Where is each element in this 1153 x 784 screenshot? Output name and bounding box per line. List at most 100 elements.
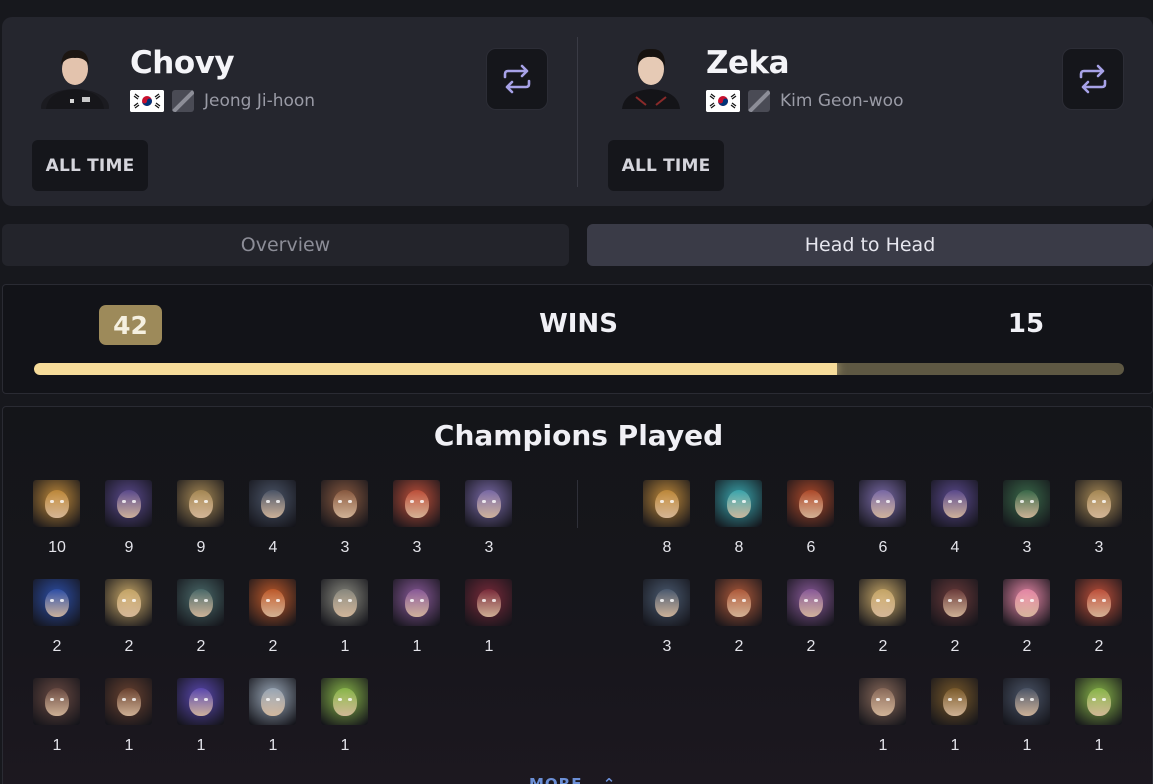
champion-item[interactable]: 2: [249, 579, 297, 656]
champion-portrait-icon: [931, 579, 978, 626]
champion-portrait-icon: [859, 678, 906, 725]
player-card-left: Chovy Jeong Ji-hoon ALL TIME: [2, 17, 577, 206]
mid-lane-role-icon: [172, 90, 194, 112]
champion-item[interactable]: 2: [859, 579, 907, 656]
champion-portrait-icon: [1003, 480, 1050, 527]
champion-item[interactable]: 8: [715, 480, 763, 557]
champion-games-count: 1: [340, 737, 350, 754]
champion-portrait-icon: [249, 579, 296, 626]
champion-games-count: 1: [52, 737, 62, 754]
champion-item[interactable]: 1: [321, 678, 369, 755]
wins-panel: 42 WINS 15: [2, 284, 1153, 394]
player-meta: Jeong Ji-hoon: [130, 90, 315, 112]
champion-portrait-icon: [1075, 480, 1122, 527]
champion-portrait-icon: [177, 480, 224, 527]
player-photo: [616, 39, 686, 109]
champion-item[interactable]: 1: [33, 678, 81, 755]
champion-item[interactable]: 1: [465, 579, 513, 656]
champion-item[interactable]: 1: [393, 579, 441, 656]
champion-portrait-icon: [33, 579, 80, 626]
champion-games-count: 2: [124, 638, 134, 655]
champion-item[interactable]: 9: [105, 480, 153, 557]
champion-item[interactable]: 10: [33, 480, 81, 557]
champion-item[interactable]: 2: [33, 579, 81, 656]
champion-games-count: 6: [878, 539, 888, 556]
champion-item[interactable]: 9: [177, 480, 225, 557]
champion-games-count: 3: [484, 539, 494, 556]
champion-item[interactable]: 8: [643, 480, 691, 557]
champion-item[interactable]: 3: [643, 579, 691, 656]
champion-item[interactable]: 1: [321, 579, 369, 656]
champion-games-count: 3: [1094, 539, 1104, 556]
champion-item[interactable]: 2: [1075, 579, 1123, 656]
tab-head-to-head[interactable]: Head to Head: [587, 224, 1153, 266]
champion-games-count: 3: [340, 539, 350, 556]
player-real-name: Jeong Ji-hoon: [204, 91, 316, 111]
champion-item[interactable]: 2: [787, 579, 835, 656]
champion-games-count: 1: [1022, 737, 1032, 754]
champion-portrait-icon: [177, 678, 224, 725]
champion-item[interactable]: 2: [931, 579, 979, 656]
champion-item[interactable]: 1: [249, 678, 297, 755]
champion-portrait-icon: [105, 480, 152, 527]
champion-item[interactable]: 3: [1075, 480, 1123, 557]
champion-item[interactable]: 3: [465, 480, 513, 557]
chevron-up-icon: ⌃: [602, 775, 617, 784]
champion-item[interactable]: 1: [1003, 678, 1051, 755]
champion-portrait-icon: [715, 480, 762, 527]
period-filter-button[interactable]: ALL TIME: [608, 140, 724, 191]
champion-portrait-icon: [1003, 678, 1050, 725]
champion-item[interactable]: 3: [393, 480, 441, 557]
champion-item[interactable]: 4: [931, 480, 979, 557]
champion-portrait-icon: [787, 579, 834, 626]
champion-games-count: 2: [734, 638, 744, 655]
champion-games-count: 8: [734, 539, 744, 556]
champion-portrait-icon: [643, 480, 690, 527]
champion-portrait-icon: [321, 480, 368, 527]
champion-portrait-icon: [859, 579, 906, 626]
champion-games-count: 2: [196, 638, 206, 655]
champion-item[interactable]: 1: [931, 678, 979, 755]
champion-portrait-icon: [393, 579, 440, 626]
swap-player-button[interactable]: [486, 48, 548, 110]
champion-games-count: 1: [124, 737, 134, 754]
more-button[interactable]: MORE ⌃: [529, 775, 616, 784]
champion-item[interactable]: 2: [1003, 579, 1051, 656]
champion-item[interactable]: 1: [859, 678, 907, 755]
korea-flag-icon: [706, 90, 740, 112]
champion-games-count: 3: [1022, 539, 1032, 556]
champion-portrait-icon: [715, 579, 762, 626]
champion-portrait-icon: [465, 579, 512, 626]
champion-games-count: 2: [806, 638, 816, 655]
champion-item[interactable]: 2: [177, 579, 225, 656]
champion-portrait-icon: [393, 480, 440, 527]
champion-item[interactable]: 6: [859, 480, 907, 557]
player-meta: Kim Geon-woo: [706, 90, 903, 112]
wins-bar-fill: [34, 363, 838, 375]
champion-portrait-icon: [321, 579, 368, 626]
champion-item[interactable]: 2: [105, 579, 153, 656]
champion-games-count: 3: [412, 539, 422, 556]
champion-games-count: 1: [1094, 737, 1104, 754]
champion-games-count: 1: [268, 737, 278, 754]
champion-item[interactable]: 4: [249, 480, 297, 557]
champion-item[interactable]: 1: [1075, 678, 1123, 755]
champion-item[interactable]: 1: [105, 678, 153, 755]
champion-item[interactable]: 3: [1003, 480, 1051, 557]
champion-item[interactable]: 6: [787, 480, 835, 557]
champion-portrait-icon: [931, 480, 978, 527]
champion-games-count: 2: [950, 638, 960, 655]
player-name: Zeka: [706, 45, 790, 81]
champion-portrait-icon: [1003, 579, 1050, 626]
champion-portrait-icon: [787, 480, 834, 527]
champion-item[interactable]: 2: [715, 579, 763, 656]
tab-overview[interactable]: Overview: [2, 224, 569, 266]
swap-player-button[interactable]: [1062, 48, 1124, 110]
champion-portrait-icon: [1075, 579, 1122, 626]
wins-bar: [34, 363, 1124, 375]
champion-portrait-icon: [321, 678, 368, 725]
period-filter-button[interactable]: ALL TIME: [32, 140, 148, 191]
champion-item[interactable]: 1: [177, 678, 225, 755]
swap-arrows-icon: [1079, 64, 1107, 94]
champion-item[interactable]: 3: [321, 480, 369, 557]
